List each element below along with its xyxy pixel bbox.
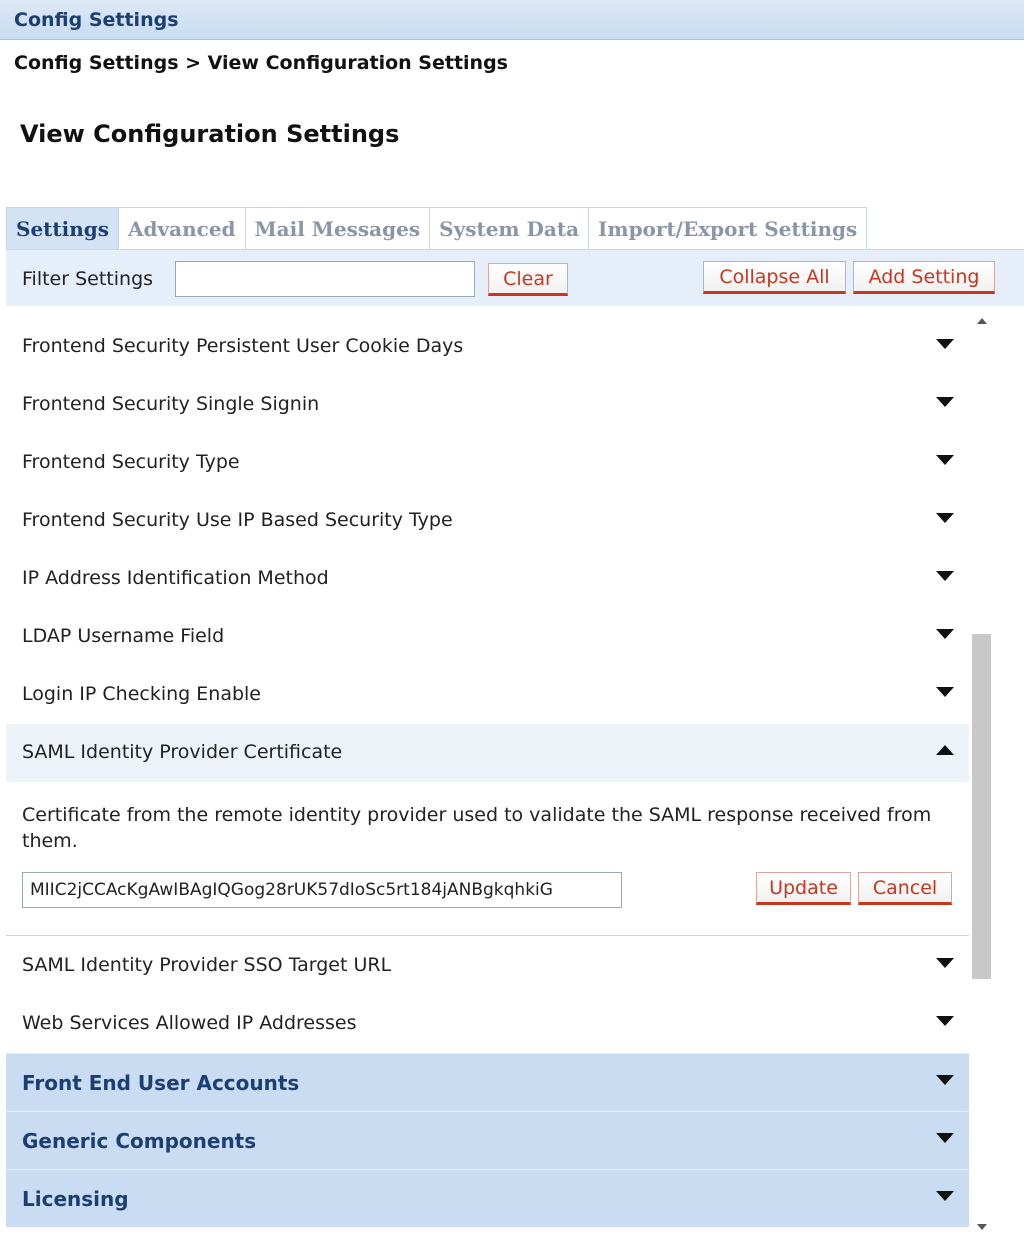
setting-label: Web Services Allowed IP Addresses [22,1012,357,1034]
update-button[interactable]: Update [756,872,851,905]
chevron-down-icon[interactable] [936,455,954,465]
chevron-down-icon[interactable] [936,571,954,581]
setting-label: SAML Identity Provider Certificate [22,741,343,763]
tab-advanced[interactable]: Advanced [118,207,246,249]
collapse-all-button[interactable]: Collapse All [703,261,846,294]
chevron-down-icon[interactable] [936,687,954,697]
scroll-up-icon[interactable] [977,318,987,324]
setting-row[interactable]: Frontend Security Single Signin [6,376,969,434]
setting-row[interactable]: Login IP Checking Enable [6,666,969,724]
chevron-up-icon[interactable] [936,745,954,755]
setting-row[interactable]: LDAP Username Field [6,608,969,666]
chevron-down-icon[interactable] [936,339,954,349]
category-row[interactable]: Front End User Accounts [6,1053,969,1111]
category-label: Front End User Accounts [22,1071,300,1095]
chevron-down-icon[interactable] [936,1075,954,1085]
setting-label: Frontend Security Persistent User Cookie… [22,335,464,357]
category-label: Licensing [22,1187,129,1211]
category-label: Generic Components [22,1129,257,1153]
setting-row[interactable]: SAML Identity Provider SSO Target URL [6,937,969,995]
setting-editor: Certificate from the remote identity pro… [6,782,969,936]
setting-label: LDAP Username Field [22,625,225,647]
page-title: View Configuration Settings [20,120,400,148]
breadcrumb: Config Settings > View Configuration Set… [14,52,508,74]
category-row[interactable]: Licensing [6,1169,969,1227]
tab-bar: Settings Advanced Mail Messages System D… [6,207,868,249]
clear-button[interactable]: Clear [488,263,568,296]
chevron-down-icon[interactable] [936,513,954,523]
settings-list: Frontend Security Persistent User Cookie… [6,306,969,1239]
scrollbar[interactable] [969,306,994,1239]
setting-label: Frontend Security Use IP Based Security … [22,509,453,531]
tab-mail-messages[interactable]: Mail Messages [244,207,431,249]
add-setting-button[interactable]: Add Setting [853,261,995,294]
setting-row[interactable]: Frontend Security Type [6,434,969,492]
filter-bar: Filter Settings Clear Collapse All Add S… [6,250,1024,306]
cancel-button[interactable]: Cancel [858,872,952,905]
setting-description: Certificate from the remote identity pro… [22,804,932,852]
scroll-down-icon[interactable] [977,1224,987,1230]
tab-import-export-settings[interactable]: Import/Export Settings [588,207,868,249]
scrollbar-thumb[interactable] [972,634,991,979]
setting-label: Login IP Checking Enable [22,683,261,705]
chevron-down-icon[interactable] [936,1191,954,1201]
setting-label: Frontend Security Type [22,451,240,473]
app-title: Config Settings [14,9,179,31]
filter-settings-input[interactable] [175,261,475,297]
setting-row[interactable]: IP Address Identification Method [6,550,969,608]
setting-label: IP Address Identification Method [22,567,329,589]
setting-row[interactable]: Web Services Allowed IP Addresses [6,995,969,1053]
setting-label: Frontend Security Single Signin [22,393,320,415]
setting-value-input[interactable] [22,872,622,908]
chevron-down-icon[interactable] [936,958,954,968]
chevron-down-icon[interactable] [936,397,954,407]
category-row[interactable]: Generic Components [6,1111,969,1169]
setting-row-expanded[interactable]: SAML Identity Provider Certificate [6,724,969,782]
settings-panel: Filter Settings Clear Collapse All Add S… [6,249,1024,1239]
setting-label: SAML Identity Provider SSO Target URL [22,954,392,976]
setting-row[interactable]: Frontend Security Persistent User Cookie… [6,318,969,376]
filter-settings-label: Filter Settings [22,268,154,290]
tab-settings[interactable]: Settings [6,207,120,249]
chevron-down-icon[interactable] [936,1133,954,1143]
setting-row[interactable]: Frontend Security Use IP Based Security … [6,492,969,550]
tab-system-data[interactable]: System Data [429,207,590,249]
chevron-down-icon[interactable] [936,1016,954,1026]
top-bar: Config Settings [0,0,1024,40]
chevron-down-icon[interactable] [936,629,954,639]
